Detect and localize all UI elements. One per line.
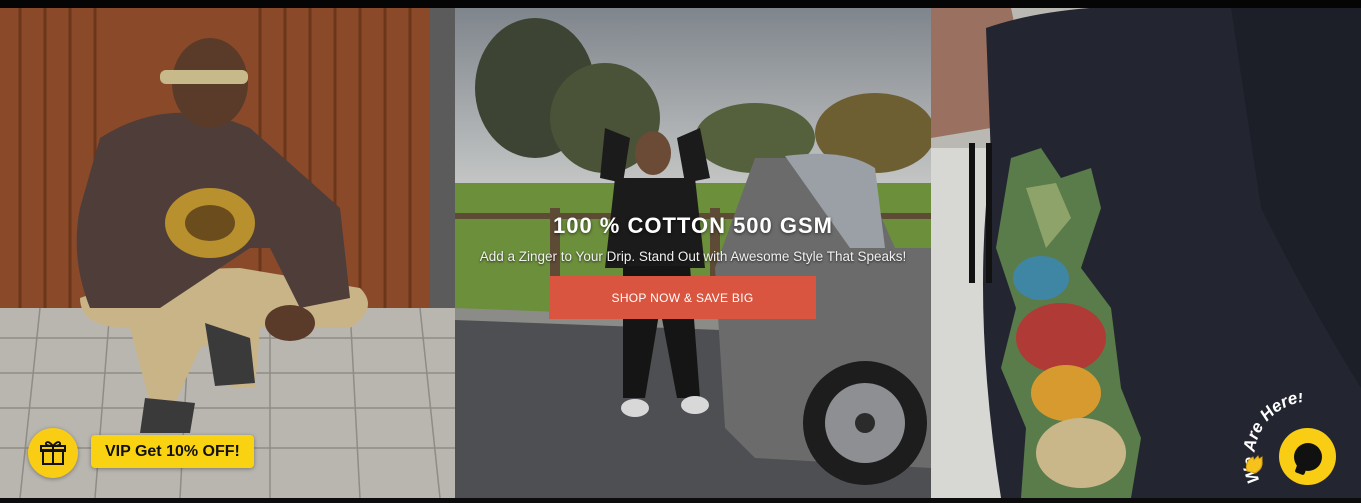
hero-image-car-scene bbox=[455, 8, 931, 498]
top-bar bbox=[0, 0, 1361, 8]
hero-image-crouching-man bbox=[0, 8, 455, 498]
gift-icon bbox=[40, 441, 66, 465]
chat-bubble-icon bbox=[1293, 442, 1322, 471]
chat-launcher-button[interactable] bbox=[1279, 428, 1336, 485]
vip-gift-button[interactable] bbox=[28, 428, 78, 478]
hero-image-dragon-print bbox=[931, 8, 1361, 498]
shop-now-button[interactable]: SHOP NOW & SAVE BIG bbox=[549, 276, 816, 319]
vip-discount-label[interactable]: VIP Get 10% OFF! bbox=[91, 435, 254, 468]
hero-banner bbox=[0, 8, 1361, 498]
